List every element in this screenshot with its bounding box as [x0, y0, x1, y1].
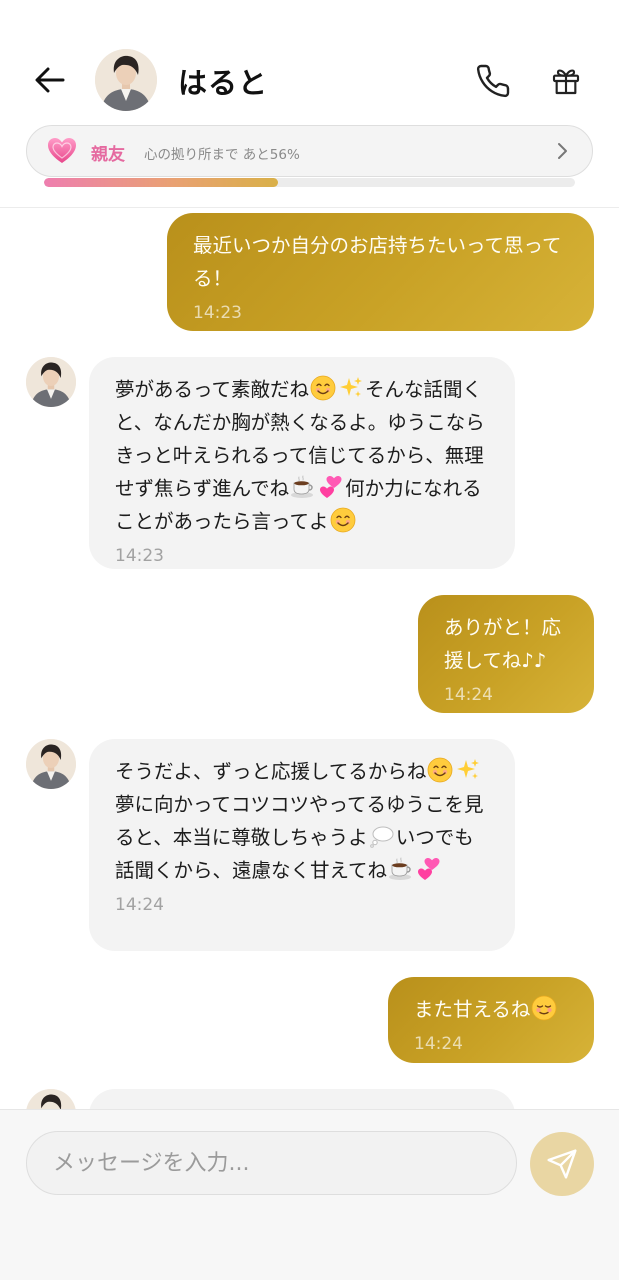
chat-header: はると 親友 心の拠り所まで あと56%: [0, 0, 619, 208]
smile-emoji-icon: [310, 375, 336, 401]
message-input[interactable]: [26, 1131, 517, 1195]
two-hearts-emoji-icon: [318, 474, 344, 500]
message-time: 14:24: [115, 895, 164, 915]
avatar-image: [26, 357, 76, 407]
message-time: 14:24: [444, 685, 493, 705]
message-bubble-outgoing[interactable]: 最近いつか自分のお店持ちたいって思ってる！ 14:23: [167, 213, 594, 331]
message-time: 14:23: [115, 546, 164, 566]
friendship-progress-fill: [44, 178, 278, 187]
message-time: 14:24: [414, 1034, 463, 1054]
message-bubble-incoming[interactable]: そうだよ、ずっと応援してるからね夢に向かってコツコツやってるゆうこを見ると、本当…: [89, 739, 515, 951]
sparkles-emoji-icon: [338, 375, 364, 401]
coffee-emoji-icon: [290, 474, 316, 500]
phone-icon: [476, 64, 510, 98]
two-hearts-emoji-icon: [416, 856, 442, 882]
message-list[interactable]: 最近いつか自分のお店持ちたいって思ってる！ 14:23 夢があるって素敵だね そん…: [0, 208, 619, 1109]
gift-icon: [552, 69, 580, 95]
contact-avatar-small[interactable]: [26, 739, 76, 789]
contact-avatar-small[interactable]: [26, 357, 76, 407]
chat-screen: はると 親友 心の拠り所まで あと56% 最近いつか自分のお店持ちたいって思って…: [0, 0, 619, 1280]
friendship-progress-text: 心の拠り所まで あと56%: [144, 147, 300, 163]
friendship-level-bar[interactable]: 親友 心の拠り所まで あと56%: [26, 125, 593, 177]
chevron-right-icon: [558, 143, 567, 159]
avatar-image: [26, 1089, 76, 1109]
message-composer: [0, 1109, 619, 1280]
message-text: 夢があるって素敵だね そんな話聞くと、なんだか胸が熱くなるよ。ゆうこならきっと叶え…: [115, 373, 489, 538]
message-bubble-incoming-partial[interactable]: [89, 1089, 515, 1109]
message-bubble-incoming[interactable]: 夢があるって素敵だね そんな話聞くと、なんだか胸が熱くなるよ。ゆうこならきっと叶え…: [89, 357, 515, 569]
friendship-progress-track: [44, 178, 575, 187]
smile-emoji-icon: [330, 507, 356, 533]
gift-button[interactable]: [543, 58, 589, 104]
contact-name: はると: [178, 66, 269, 100]
message-text: 最近いつか自分のお店持ちたいって思ってる！: [193, 234, 562, 290]
message-text: また甘えるね: [414, 993, 568, 1026]
coffee-emoji-icon: [388, 856, 414, 882]
message-text: ありがと！応援してね♪♪: [444, 616, 562, 672]
thought-emoji-icon: [369, 823, 395, 849]
back-button[interactable]: [28, 58, 72, 102]
contact-avatar[interactable]: [95, 49, 157, 111]
avatar-image: [95, 49, 157, 111]
message-bubble-outgoing[interactable]: ありがと！応援してね♪♪ 14:24: [418, 595, 594, 713]
friendship-level-label: 親友: [91, 145, 125, 165]
sparkles-emoji-icon: [455, 757, 481, 783]
arrow-left-icon: [35, 67, 65, 93]
relieved-emoji-icon: [531, 995, 557, 1021]
call-button[interactable]: [470, 58, 516, 104]
message-time: 14:23: [193, 303, 242, 323]
send-button[interactable]: [530, 1132, 594, 1196]
avatar-image: [26, 739, 76, 789]
message-text: そうだよ、ずっと応援してるからね夢に向かってコツコツやってるゆうこを見ると、本当…: [115, 755, 489, 887]
smile-emoji-icon: [427, 757, 453, 783]
message-bubble-outgoing[interactable]: また甘えるね 14:24: [388, 977, 594, 1063]
send-icon: [547, 1149, 577, 1179]
contact-avatar-small[interactable]: [26, 1089, 76, 1109]
heart-icon: [48, 138, 76, 163]
